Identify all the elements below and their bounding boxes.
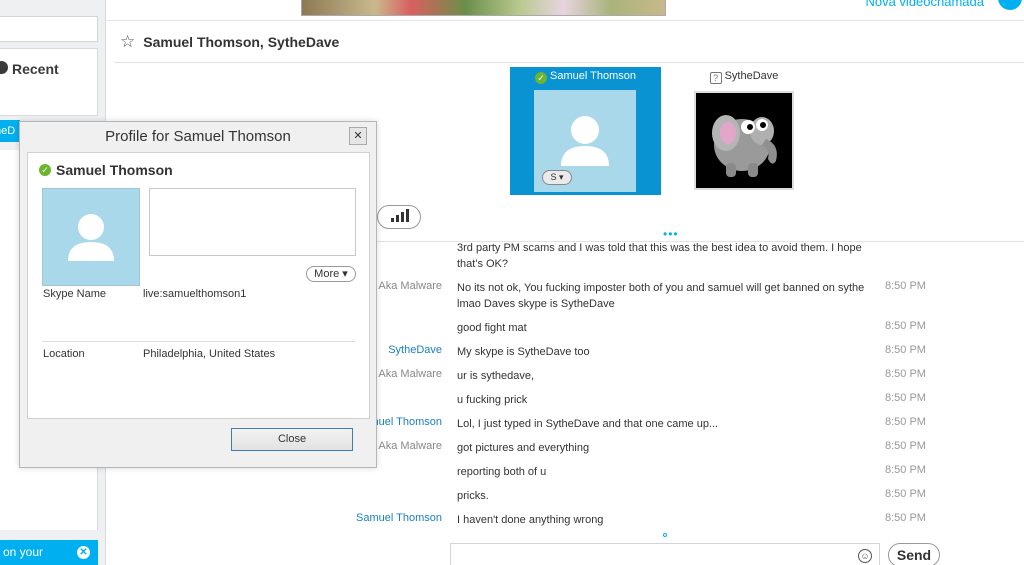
message-time: 8:50 PM	[885, 416, 926, 428]
message-sender[interactable]: Samuel Thomson	[356, 512, 442, 524]
participant-name: ✓ Samuel Thomson	[510, 70, 661, 84]
participant-tile-samuel[interactable]: ✓ Samuel Thomson S ▾	[510, 67, 661, 195]
location-label: Location	[43, 348, 85, 360]
more-button[interactable]: More ▾	[306, 266, 356, 282]
profile-name-row: ✓ Samuel Thomson	[39, 162, 173, 178]
message-time: 8:50 PM	[885, 368, 926, 380]
dialog-title: Profile for Samuel Thomson	[105, 128, 291, 145]
message-text: Lol, I just typed in SytheDave and that …	[457, 418, 719, 430]
notification-bar[interactable]: on your ✕	[0, 540, 98, 565]
profile-name: Samuel Thomson	[56, 162, 173, 178]
default-avatar-icon	[68, 214, 114, 261]
participant-name: ? SytheDave	[694, 70, 794, 84]
divider	[42, 341, 355, 342]
message-text: reporting both of u	[457, 466, 547, 478]
close-button[interactable]: Close	[231, 428, 353, 451]
message-time: 8:50 PM	[885, 464, 926, 476]
message-time: 8:50 PM	[885, 344, 926, 356]
message-sender[interactable]: ' Aka Malware	[374, 280, 442, 292]
message-text: got pictures and everything	[457, 442, 590, 454]
profile-dialog: Profile for Samuel Thomson ✕ ✓ Samuel Th…	[19, 121, 377, 468]
call-quality-button[interactable]	[377, 205, 421, 229]
sidebar-selected-item[interactable]: theD	[0, 120, 20, 142]
banner-image	[301, 0, 666, 16]
message-text: I haven't done anything wrong	[457, 514, 604, 526]
divider	[106, 20, 1024, 21]
skype-name-label: Skype Name	[43, 288, 106, 300]
recent-tab[interactable]: Recent	[0, 48, 98, 116]
message-text: good fight mat	[457, 322, 527, 334]
message-time: 8:50 PM	[885, 488, 926, 500]
check-status-icon: ✓	[534, 72, 547, 84]
typing-indicator	[663, 533, 667, 537]
location-value: Philadelphia, United States	[143, 348, 276, 360]
participant-tile-sythedave[interactable]: ? SytheDave	[694, 67, 794, 195]
avatar	[694, 91, 794, 190]
smiley-icon[interactable]: ☺	[858, 549, 872, 563]
conversation-header: ☆ Samuel Thomson, SytheDave	[120, 33, 339, 50]
avatar	[42, 188, 140, 286]
star-icon[interactable]: ☆	[120, 33, 135, 50]
message-time: 8:50 PM	[885, 392, 926, 404]
mood-message-box	[149, 188, 356, 256]
message-text: pricks.	[457, 490, 489, 502]
chevron-down-icon: ▾	[342, 268, 348, 280]
elephant-avatar-icon	[712, 115, 777, 177]
top-action-button[interactable]	[998, 0, 1022, 10]
send-button[interactable]: Send	[888, 543, 940, 565]
message-text: My skype is SytheDave too	[457, 346, 590, 358]
conversation-title: Samuel Thomson, SytheDave	[143, 33, 340, 50]
search-input[interactable]	[0, 16, 98, 42]
message-text: ur is sythedave,	[457, 370, 535, 382]
message-sender[interactable]: ' Aka Malware	[374, 368, 442, 380]
message-time: 8:50 PM	[885, 320, 926, 332]
message-sender[interactable]: SytheDave	[388, 344, 442, 356]
check-status-icon: ✓	[39, 164, 51, 176]
message-text: No its not ok, You fucking imposter both…	[457, 282, 865, 310]
sidebar-selected-label: theD	[0, 125, 16, 137]
message-sender[interactable]: nuel Thomson	[372, 416, 442, 428]
close-icon[interactable]: ✕	[77, 546, 90, 559]
more-dots-icon[interactable]: •••	[663, 228, 679, 240]
unknown-status-icon: ?	[709, 72, 722, 84]
recent-label: Recent	[12, 61, 59, 77]
message-time: 8:50 PM	[885, 512, 926, 524]
divider	[114, 62, 1024, 63]
avatar: S ▾	[534, 90, 636, 192]
close-icon[interactable]: ✕	[349, 127, 367, 145]
top-link[interactable]: Nova videochamada	[865, 0, 984, 9]
skype-name-value: live:samuelthomson1	[143, 288, 247, 300]
message-time: 8:50 PM	[885, 440, 926, 452]
message-text: 3rd party PM scams and I was told that t…	[457, 242, 862, 270]
message-time: 8:50 PM	[885, 280, 926, 292]
clock-icon	[0, 61, 8, 74]
message-text: u fucking prick	[457, 394, 528, 406]
notification-text: on your	[3, 545, 44, 559]
message-input[interactable]	[450, 543, 880, 565]
message-sender[interactable]: ' Aka Malware	[374, 440, 442, 452]
profile-body: ✓ Samuel Thomson More ▾ Skype Name live:…	[27, 152, 370, 419]
call-options-button[interactable]: S ▾	[542, 170, 572, 185]
